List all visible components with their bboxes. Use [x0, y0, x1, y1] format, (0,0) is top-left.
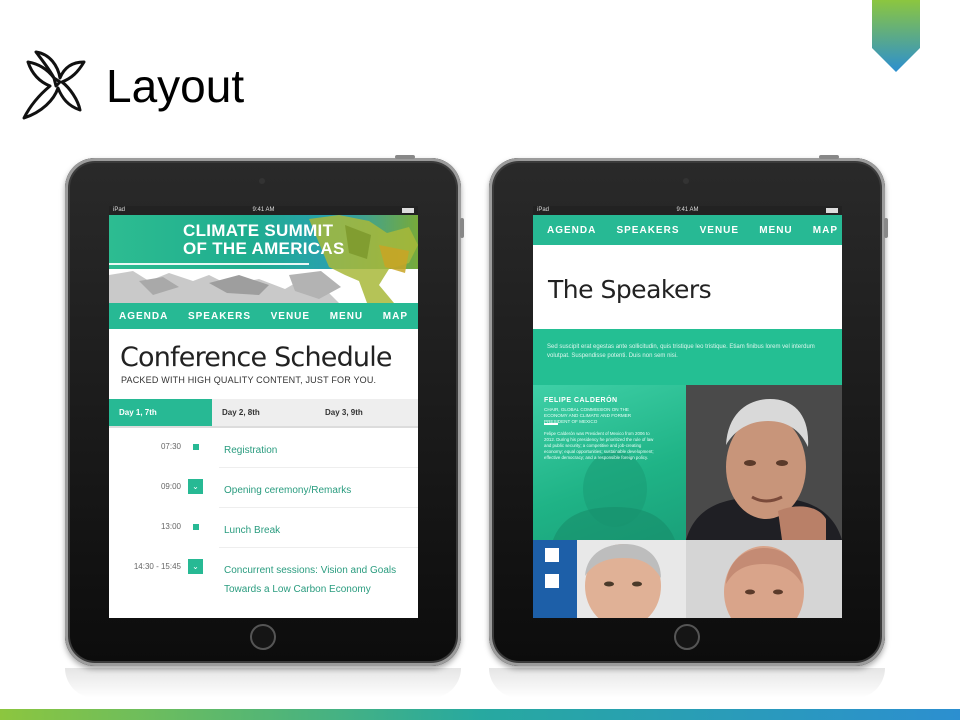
- schedule-title: Opening ceremony/Remarks: [224, 485, 352, 496]
- status-bar: iPad 9:41 AM: [533, 206, 842, 215]
- banner-title-line2: OF THE AMERICAS: [183, 239, 345, 258]
- speaker-bio: Felipe Calderón was President of Mexico …: [544, 431, 654, 460]
- camera: [259, 178, 265, 184]
- speaker-portrait-image: [686, 385, 842, 540]
- home-button[interactable]: [674, 624, 700, 650]
- speaker-card-featured[interactable]: FELIPE CALDERÓN CHAIR, GLOBAL COMMISSION…: [533, 385, 686, 540]
- day-tabs: Day 1, 7th Day 2, 8th Day 3, 9th: [109, 399, 418, 428]
- nav-speakers[interactable]: SPEAKERS: [616, 225, 679, 236]
- banner-underline: [109, 263, 309, 265]
- schedule-title: Concurrent sessions: Vision and Goals To…: [224, 561, 396, 599]
- slide-title: Layout: [106, 60, 245, 112]
- speakers-intro: Sed suscipit erat egestas ante sollicitu…: [533, 329, 842, 385]
- status-bar: iPad 9:41 AM: [109, 206, 418, 215]
- schedule-time: 09:00: [160, 482, 181, 491]
- nav-agenda[interactable]: AGENDA: [119, 311, 168, 322]
- tablet-reflection: [65, 668, 461, 698]
- chevron-down-icon[interactable]: ⌄: [188, 559, 203, 574]
- tab-day-2[interactable]: Day 2, 8th: [212, 399, 315, 426]
- camera: [683, 178, 689, 184]
- tab-day-1[interactable]: Day 1, 7th: [109, 399, 212, 426]
- timeline-dot-icon: [193, 524, 199, 530]
- nav-map[interactable]: MAP: [813, 225, 838, 236]
- schedule-timeline: 07:30 Registration 09:00 ⌄ Opening cerem…: [109, 428, 418, 606]
- status-time: 9:41 AM: [676, 207, 699, 213]
- nav-venue[interactable]: VENUE: [700, 225, 739, 236]
- schedule-row[interactable]: 13:00 Lunch Break: [161, 508, 418, 548]
- power-button: [819, 155, 839, 159]
- schedule-time: 13:00: [160, 522, 181, 531]
- nav-venue[interactable]: VENUE: [271, 311, 310, 322]
- timeline-dot-icon: [193, 444, 199, 450]
- chevron-down-icon[interactable]: ⌄: [188, 479, 203, 494]
- nav-map[interactable]: MAP: [383, 311, 408, 322]
- speaker-portrait-image: [686, 540, 842, 618]
- tablet-schedule: iPad 9:41 AM CLIMATE SUMMIT OF THE AMERI…: [65, 155, 464, 666]
- tablet-speakers: iPad 9:41 AM AGENDA SPEAKERS VENUE MENU …: [489, 155, 888, 666]
- speaker-role: CHAIR, GLOBAL COMMISSION ON THE ECONOMY …: [544, 407, 632, 424]
- schedule-row[interactable]: 07:30 Registration: [161, 428, 418, 468]
- tablet-reflection: [489, 668, 885, 698]
- schedule-title-line2: Towards a Low Carbon Economy: [224, 584, 371, 595]
- tab-day-3[interactable]: Day 3, 9th: [315, 399, 418, 426]
- schedule-time: 07:30: [160, 442, 181, 451]
- home-button[interactable]: [250, 624, 276, 650]
- schedule-title: Registration: [224, 445, 278, 456]
- nav-menu[interactable]: MENU: [759, 225, 792, 236]
- schedule-nav: AGENDA SPEAKERS VENUE MENU MAP: [109, 303, 418, 329]
- speakers-screen: iPad 9:41 AM AGENDA SPEAKERS VENUE MENU …: [533, 206, 842, 618]
- volume-button: [460, 218, 464, 238]
- schedule-screen: iPad 9:41 AM CLIMATE SUMMIT OF THE AMERI…: [109, 206, 418, 618]
- summit-banner: CLIMATE SUMMIT OF THE AMERICAS: [109, 215, 418, 303]
- speakers-hero: The Speakers: [533, 245, 842, 329]
- battery-icon: [402, 208, 414, 213]
- bottom-gradient-bar: [0, 709, 960, 720]
- schedule-subtitle: PACKED WITH HIGH QUALITY CONTENT, JUST F…: [121, 375, 377, 385]
- banner-title: CLIMATE SUMMIT OF THE AMERICAS: [183, 222, 345, 258]
- battery-icon: [826, 208, 838, 213]
- schedule-row[interactable]: 14:30 - 15:45 ⌄ Concurrent sessions: Vis…: [134, 548, 418, 606]
- speaker-portrait-image: [533, 540, 686, 618]
- schedule-row[interactable]: 09:00 ⌄ Opening ceremony/Remarks: [161, 468, 418, 508]
- nav-speakers[interactable]: SPEAKERS: [188, 311, 251, 322]
- schedule-time: 14:30 - 15:45: [133, 562, 181, 571]
- speaker-photo[interactable]: [686, 385, 842, 540]
- schedule-title: Lunch Break: [224, 525, 281, 536]
- volume-button: [884, 218, 888, 238]
- status-time: 9:41 AM: [252, 207, 275, 213]
- speaker-divider: [544, 423, 558, 425]
- speaker-name: FELIPE CALDERÓN: [544, 397, 618, 404]
- corner-ribbon: [872, 0, 920, 72]
- trillium-logo-icon: [22, 50, 86, 120]
- speakers-title: The Speakers: [548, 275, 712, 304]
- speaker-photo[interactable]: [686, 540, 842, 618]
- schedule-title: Conference Schedule: [120, 342, 393, 373]
- nav-agenda[interactable]: AGENDA: [547, 225, 596, 236]
- speaker-photo[interactable]: [533, 540, 686, 618]
- nav-menu[interactable]: MENU: [330, 311, 363, 322]
- speakers-grid: FELIPE CALDERÓN CHAIR, GLOBAL COMMISSION…: [533, 385, 842, 618]
- speakers-nav: AGENDA SPEAKERS VENUE MENU MAP: [533, 215, 842, 245]
- power-button: [395, 155, 415, 159]
- schedule-title-line1: Concurrent sessions: Vision and Goals: [224, 565, 397, 576]
- banner-title-line1: CLIMATE SUMMIT: [183, 221, 334, 240]
